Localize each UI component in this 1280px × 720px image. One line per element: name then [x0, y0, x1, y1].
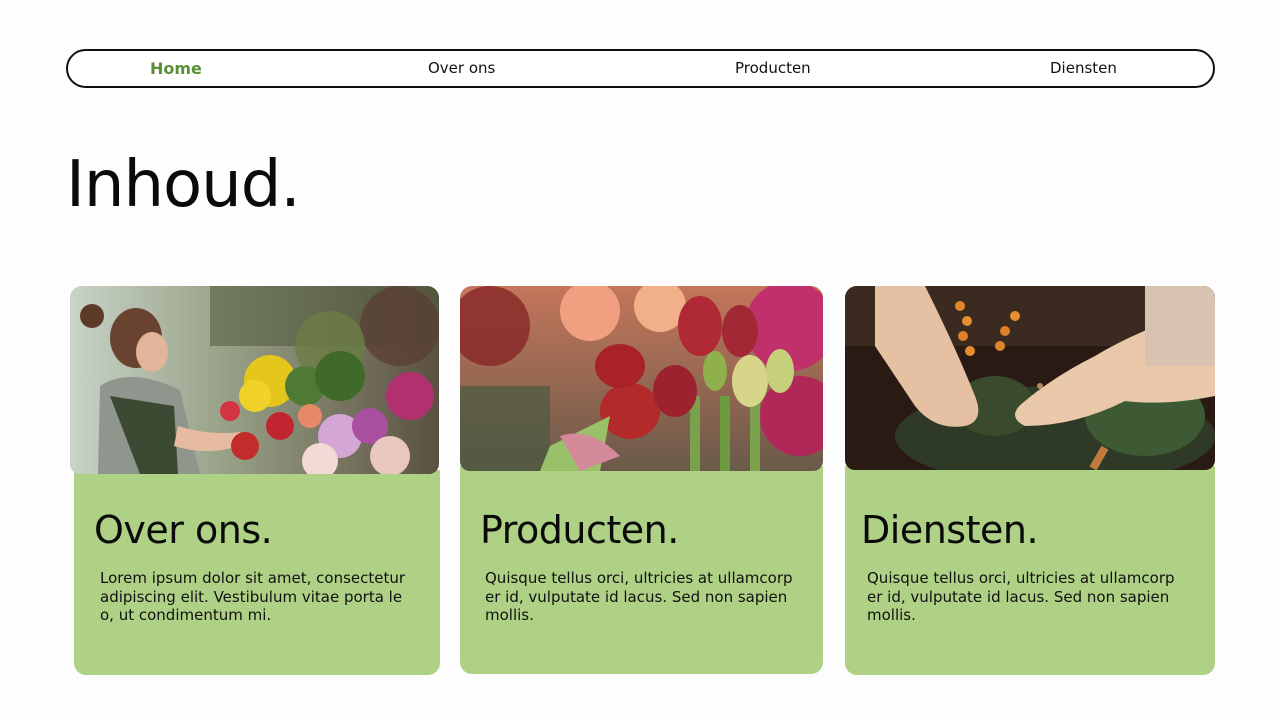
card-title: Producten.: [480, 508, 679, 552]
tulips-photo: [460, 286, 823, 471]
card-text: Quisque tellus orci, ultricies at ullamc…: [867, 569, 1175, 624]
florist-image: [70, 286, 439, 474]
nav-item-home[interactable]: Home: [150, 51, 202, 86]
nav-bar: Home Over ons Producten Diensten: [66, 49, 1215, 88]
card-title: Diensten.: [861, 508, 1039, 552]
nav-item-producten[interactable]: Producten: [735, 51, 811, 86]
card-text: Lorem ipsum dolor sit amet, consectetur …: [100, 569, 406, 624]
wreath-image: [845, 286, 1215, 470]
card-over-ons[interactable]: Over ons. Lorem ipsum dolor sit amet, co…: [70, 286, 440, 675]
wreath-photo: [845, 286, 1215, 470]
card-text: Quisque tellus orci, ultricies at ullamc…: [485, 569, 793, 624]
tulips-image: [460, 286, 823, 471]
card-diensten[interactable]: Diensten. Quisque tellus orci, ultricies…: [845, 286, 1215, 675]
card-producten[interactable]: Producten. Quisque tellus orci, ultricie…: [460, 286, 823, 674]
nav-item-diensten[interactable]: Diensten: [1050, 51, 1117, 86]
florist-photo: [70, 286, 439, 474]
nav-item-over-ons[interactable]: Over ons: [428, 51, 495, 86]
page-title: Inhoud.: [66, 148, 301, 222]
card-title: Over ons.: [94, 508, 273, 552]
